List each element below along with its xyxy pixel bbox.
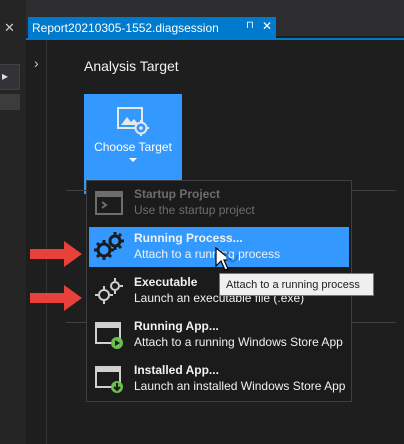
left-tool-pane: ✕ ▸	[0, 0, 26, 444]
close-icon[interactable]: ✕	[262, 19, 272, 33]
startup-window-icon	[95, 191, 123, 215]
picture-gear-icon	[117, 107, 149, 136]
chevron-right-icon[interactable]: ›	[34, 55, 39, 71]
choose-target-button[interactable]: Choose Target	[84, 94, 182, 194]
mouse-cursor-icon	[215, 246, 239, 271]
section-title: Analysis Target	[84, 58, 179, 74]
document-tab-bar: Report20210305-1552.diagsession ⊓ ✕	[26, 0, 404, 38]
chevron-down-icon	[129, 158, 137, 162]
tab-diagsession[interactable]: Report20210305-1552.diagsession ⊓ ✕	[28, 17, 276, 38]
choose-target-label: Choose Target	[94, 140, 172, 154]
pin-icon[interactable]: ⊓	[246, 20, 254, 31]
window-download-icon	[95, 366, 123, 393]
close-icon[interactable]: ✕	[4, 20, 15, 36]
menu-item-startup-project[interactable]: Startup Project Use the startup project	[89, 183, 349, 223]
tab-title: Report20210305-1552.diagsession	[32, 20, 219, 35]
left-pane-dropdown[interactable]: ▸	[0, 64, 20, 90]
dropdown-icon: ▸	[2, 69, 9, 83]
menu-item-subtitle: Use the startup project	[134, 203, 255, 217]
gears-icon	[94, 232, 124, 260]
menu-item-title: Startup Project	[134, 187, 221, 201]
menu-item-subtitle: Launch an installed Windows Store App	[134, 379, 346, 393]
menu-item-title: Executable	[134, 275, 198, 289]
menu-item-title: Running App...	[134, 319, 219, 333]
annotation-arrow-icon	[30, 241, 82, 267]
menu-item-running-app[interactable]: Running App... Attach to a running Windo…	[89, 315, 349, 355]
menu-item-subtitle: Attach to a running Windows Store App	[134, 335, 343, 349]
left-pane-row	[0, 94, 20, 110]
menu-item-title: Running Process...	[134, 231, 243, 245]
tooltip: Attach to a running process	[219, 273, 374, 296]
gears-small-icon	[95, 278, 123, 304]
annotation-arrow-icon	[30, 285, 82, 311]
menu-item-subtitle: Attach to a running process	[134, 247, 281, 261]
window-play-icon	[95, 322, 123, 349]
menu-item-installed-app[interactable]: Installed App... Launch an installed Win…	[89, 359, 349, 399]
menu-item-title: Installed App...	[134, 363, 219, 377]
